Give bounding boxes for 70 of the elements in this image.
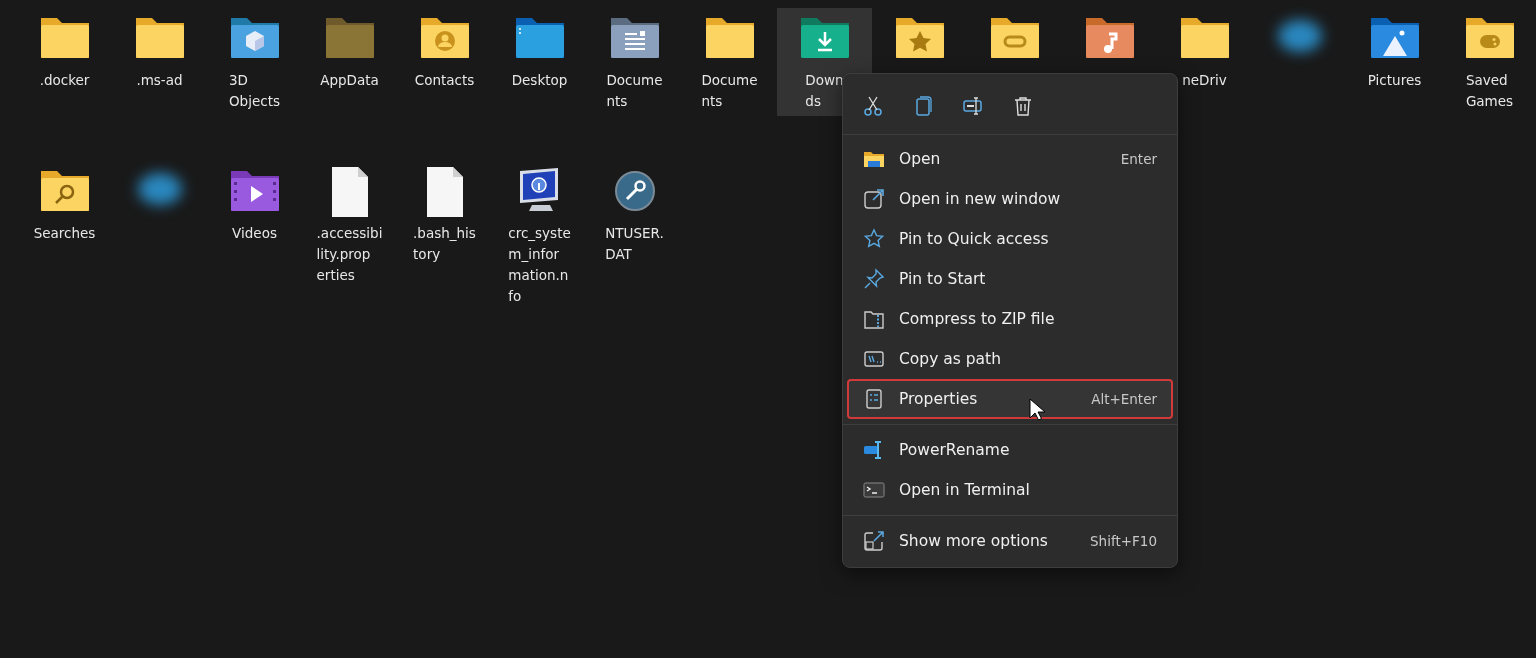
file-name: .bash_his tory xyxy=(413,224,476,264)
file-item[interactable]: crc_syste m_infor mation.n fo xyxy=(492,161,587,307)
file-name: neDriv xyxy=(1182,71,1227,90)
new-window-icon xyxy=(863,188,885,210)
file-item[interactable]: .bash_his tory xyxy=(397,161,492,269)
scissors-icon xyxy=(862,95,884,117)
file-name: NTUSER. DAT xyxy=(605,224,664,264)
menu-item[interactable]: PowerRename xyxy=(847,430,1173,470)
file-name: Docume nts xyxy=(701,71,758,111)
file-name: AppData xyxy=(320,71,379,90)
menu-label: Pin to Start xyxy=(899,270,987,288)
menu-item[interactable]: Show more options Shift+F10 xyxy=(847,521,1173,561)
menu-label: Show more options xyxy=(899,532,1049,550)
file-name: Down ds xyxy=(805,71,844,111)
trash-icon xyxy=(1012,95,1034,117)
menu-item[interactable]: Copy as path xyxy=(847,339,1173,379)
shortcut-text: Enter xyxy=(1120,151,1157,167)
file-name: Searches xyxy=(33,224,96,243)
rename-icon xyxy=(962,95,984,117)
star-icon xyxy=(863,228,885,250)
menu-label: Open in Terminal xyxy=(899,481,1031,499)
shortcut-text: Shift+F10 xyxy=(1090,533,1157,549)
pin-icon xyxy=(863,268,885,290)
file-item[interactable]: Contacts xyxy=(397,8,492,116)
file-item[interactable]: Desktop xyxy=(492,8,587,116)
menu-label: PowerRename xyxy=(899,441,1011,459)
file-name: Saved Games xyxy=(1465,71,1514,111)
menu-label: Copy as path xyxy=(899,350,1002,368)
expand-icon xyxy=(863,530,885,552)
file-name: Docume nts xyxy=(606,71,663,111)
zip-folder-icon xyxy=(863,308,885,330)
file-item[interactable]: Pictures xyxy=(1347,8,1442,116)
menu-label: Compress to ZIP file xyxy=(899,310,1056,328)
file-name: Pictures xyxy=(1367,71,1422,90)
file-item[interactable]: AppData xyxy=(302,8,397,116)
menu-item[interactable]: Compress to ZIP file xyxy=(847,299,1173,339)
file-item[interactable]: .docker xyxy=(17,8,112,116)
file-item[interactable]: Saved Games xyxy=(1442,8,1536,116)
menu-item[interactable]: Properties Alt+Enter xyxy=(847,379,1173,419)
path-icon xyxy=(863,348,885,370)
menu-label: Pin to Quick access xyxy=(899,230,1050,248)
file-name: Contacts xyxy=(414,71,475,90)
file-name: .accessibi lity.prop erties xyxy=(316,224,383,285)
file-name: .docker xyxy=(39,71,90,90)
file-item[interactable]: .ms-ad xyxy=(112,8,207,116)
menu-label: Open xyxy=(899,150,942,168)
file-item[interactable]: 3D Objects xyxy=(207,8,302,116)
file-name: .ms-ad xyxy=(136,71,183,90)
file-item[interactable]: Videos xyxy=(207,161,302,269)
mouse-pointer-icon xyxy=(1029,398,1045,422)
menu-item[interactable]: Open in Terminal xyxy=(847,470,1173,510)
menu-item[interactable]: Open Enter xyxy=(847,139,1173,179)
menu-item[interactable]: Pin to Start xyxy=(847,259,1173,299)
menu-item[interactable]: Open in new window xyxy=(847,179,1173,219)
file-item[interactable]: Searches xyxy=(17,161,112,269)
file-item[interactable]: NTUSER. DAT xyxy=(587,161,682,269)
file-name: Videos xyxy=(232,224,277,243)
file-item[interactable]: .accessibi lity.prop erties xyxy=(302,161,397,286)
file-item[interactable]: Docume nts xyxy=(587,8,682,116)
menu-label: Open in new window xyxy=(899,190,1062,208)
file-name: Desktop xyxy=(511,71,568,90)
properties-icon xyxy=(863,388,885,410)
file-item[interactable]: Docume nts xyxy=(682,8,777,116)
file-name: 3D Objects xyxy=(229,71,280,111)
file-name: crc_syste m_infor mation.n fo xyxy=(508,224,571,306)
terminal-icon xyxy=(863,479,885,501)
shortcut-text: Alt+Enter xyxy=(1091,391,1157,407)
file-item[interactable]: neDriv xyxy=(1157,8,1252,116)
menu-item[interactable]: Pin to Quick access xyxy=(847,219,1173,259)
menu-label: Properties xyxy=(899,390,979,408)
